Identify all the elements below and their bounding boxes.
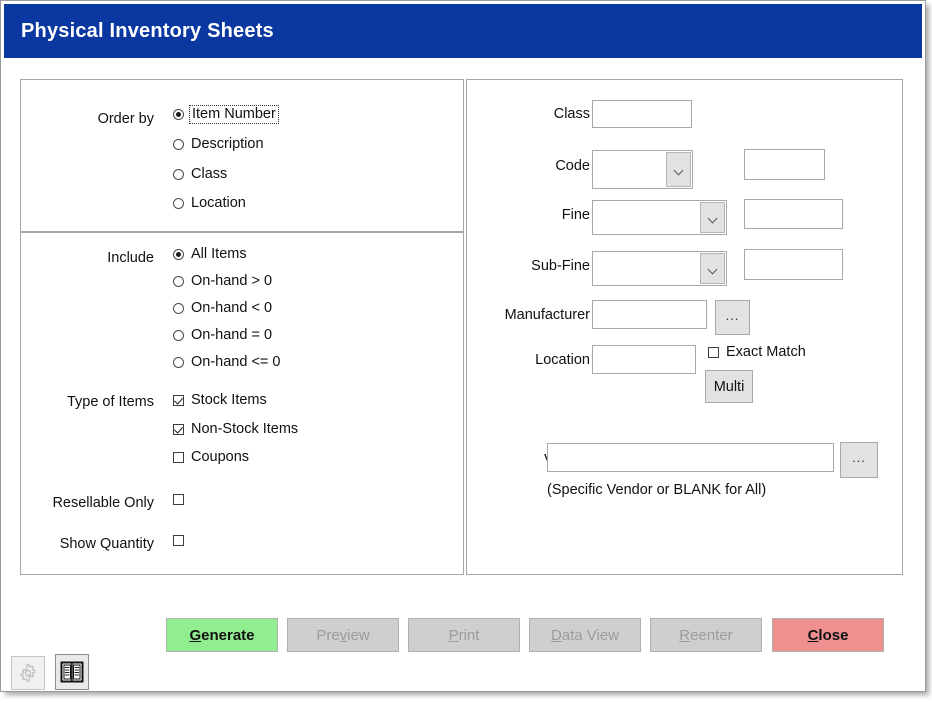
radio-indicator [173, 169, 184, 180]
checkbox-indicator [173, 424, 184, 435]
close-button-label: Close [807, 626, 849, 644]
resellable-only-label: Resellable Only [52, 495, 154, 511]
sub-fine-combobox[interactable] [592, 251, 727, 286]
radio-order-item-number[interactable]: Item Number [173, 105, 279, 124]
checkbox-resellable-only[interactable] [173, 494, 191, 505]
manufacturer-label: Manufacturer [504, 307, 590, 323]
radio-indicator [173, 357, 184, 368]
fine-label: Fine [561, 207, 590, 223]
sub-fine-dropdown-button[interactable] [700, 253, 725, 284]
preview-button[interactable]: Preview [287, 618, 399, 652]
radio-include-onhand-lt-0[interactable]: On-hand < 0 [173, 301, 272, 316]
print-button[interactable]: Print [408, 618, 520, 652]
radio-include-onhand-lte-0[interactable]: On-hand <= 0 [173, 355, 281, 370]
radio-indicator [173, 249, 184, 260]
radio-indicator [173, 276, 184, 287]
multi-button-label: Multi [713, 378, 745, 395]
include-label: Include [107, 250, 154, 266]
generate-button-label: Generate [189, 626, 255, 644]
vendor-input[interactable] [547, 443, 834, 472]
radio-label: Class [191, 166, 228, 182]
radio-indicator [173, 109, 184, 120]
type-of-items-label: Type of Items [66, 394, 154, 410]
order-by-panel: Order by Item Number Description Class L… [20, 79, 464, 232]
gear-icon [20, 664, 36, 682]
radio-order-description[interactable]: Description [173, 137, 264, 152]
chevron-down-icon [708, 266, 717, 271]
class-label: Class [553, 106, 590, 122]
checkbox-label: Non-Stock Items [191, 421, 299, 437]
data-view-button[interactable]: Data View [529, 618, 641, 652]
class-input[interactable] [592, 100, 692, 128]
chevron-down-icon [674, 167, 683, 172]
code-label: Code [555, 158, 590, 174]
radio-order-location[interactable]: Location [173, 196, 246, 211]
radio-include-all-items[interactable]: All Items [173, 247, 247, 262]
checkbox-show-quantity[interactable] [173, 535, 191, 546]
multi-button[interactable]: Multi [705, 370, 753, 403]
radio-include-onhand-eq-0[interactable]: On-hand = 0 [173, 328, 272, 343]
show-quantity-label: Show Quantity [59, 536, 154, 552]
book-icon [60, 661, 84, 683]
radio-label: Description [191, 136, 264, 152]
include-panel: Include All Items On-hand > 0 On-hand < … [20, 232, 464, 575]
radio-label: Location [191, 195, 246, 211]
checkbox-exact-match[interactable]: Exact Match [708, 345, 806, 360]
manufacturer-browse-button[interactable]: ... [715, 300, 750, 335]
radio-order-class[interactable]: Class [173, 167, 227, 182]
checkbox-coupons[interactable]: Coupons [173, 450, 249, 465]
checkbox-indicator [173, 494, 184, 505]
radio-label: On-hand = 0 [191, 327, 273, 343]
radio-label: On-hand > 0 [191, 273, 273, 289]
radio-indicator [173, 303, 184, 314]
ellipsis-icon: ... [852, 450, 866, 465]
checkbox-non-stock-items[interactable]: Non-Stock Items [173, 422, 298, 437]
order-by-label: Order by [97, 111, 154, 127]
settings-button[interactable] [11, 656, 45, 690]
location-input[interactable] [592, 345, 696, 374]
title-bar: Physical Inventory Sheets [4, 4, 922, 58]
checkbox-label: Stock Items [191, 392, 267, 408]
page-title: Physical Inventory Sheets [21, 20, 274, 42]
manufacturer-input[interactable] [592, 300, 707, 329]
code-dropdown-button[interactable] [666, 152, 691, 187]
close-button[interactable]: Close [772, 618, 884, 652]
radio-label: On-hand <= 0 [191, 354, 281, 370]
radio-indicator [173, 139, 184, 150]
checkbox-indicator [173, 535, 184, 546]
generate-button[interactable]: Generate [166, 618, 278, 652]
vendor-hint: (Specific Vendor or BLANK for All) [547, 482, 767, 498]
data-view-button-label: Data View [550, 626, 620, 644]
radio-label: All Items [191, 246, 247, 262]
checkbox-label: Coupons [191, 449, 250, 465]
sub-fine-secondary-input[interactable] [744, 249, 843, 280]
radio-indicator [173, 198, 184, 209]
checkbox-indicator [173, 395, 184, 406]
code-combobox[interactable] [592, 150, 693, 189]
code-secondary-input[interactable] [744, 149, 825, 180]
radio-include-onhand-gt-0[interactable]: On-hand > 0 [173, 274, 272, 289]
print-button-label: Print [448, 626, 480, 644]
fine-secondary-input[interactable] [744, 199, 843, 229]
checkbox-label: Exact Match [726, 344, 806, 360]
fine-combobox[interactable] [592, 200, 727, 235]
dialog-window: Physical Inventory Sheets Order by Item … [0, 0, 926, 692]
location-label: Location [535, 352, 590, 368]
ledger-button[interactable] [55, 654, 89, 690]
preview-button-label: Preview [316, 626, 370, 644]
vendor-browse-button[interactable]: ... [840, 442, 878, 478]
reenter-button-label: Reenter [679, 626, 733, 644]
checkbox-indicator [708, 347, 719, 358]
radio-label: Item Number [189, 105, 279, 124]
fine-dropdown-button[interactable] [700, 202, 725, 233]
checkbox-stock-items[interactable]: Stock Items [173, 393, 267, 408]
chevron-down-icon [708, 215, 717, 220]
radio-indicator [173, 330, 184, 341]
reenter-button[interactable]: Reenter [650, 618, 762, 652]
filters-panel: Class Code Fine Sub-Fine Manufacturer ..… [466, 79, 903, 575]
sub-fine-label: Sub-Fine [531, 258, 590, 274]
ellipsis-icon: ... [725, 307, 740, 323]
radio-label: On-hand < 0 [191, 300, 273, 316]
checkbox-indicator [173, 452, 184, 463]
